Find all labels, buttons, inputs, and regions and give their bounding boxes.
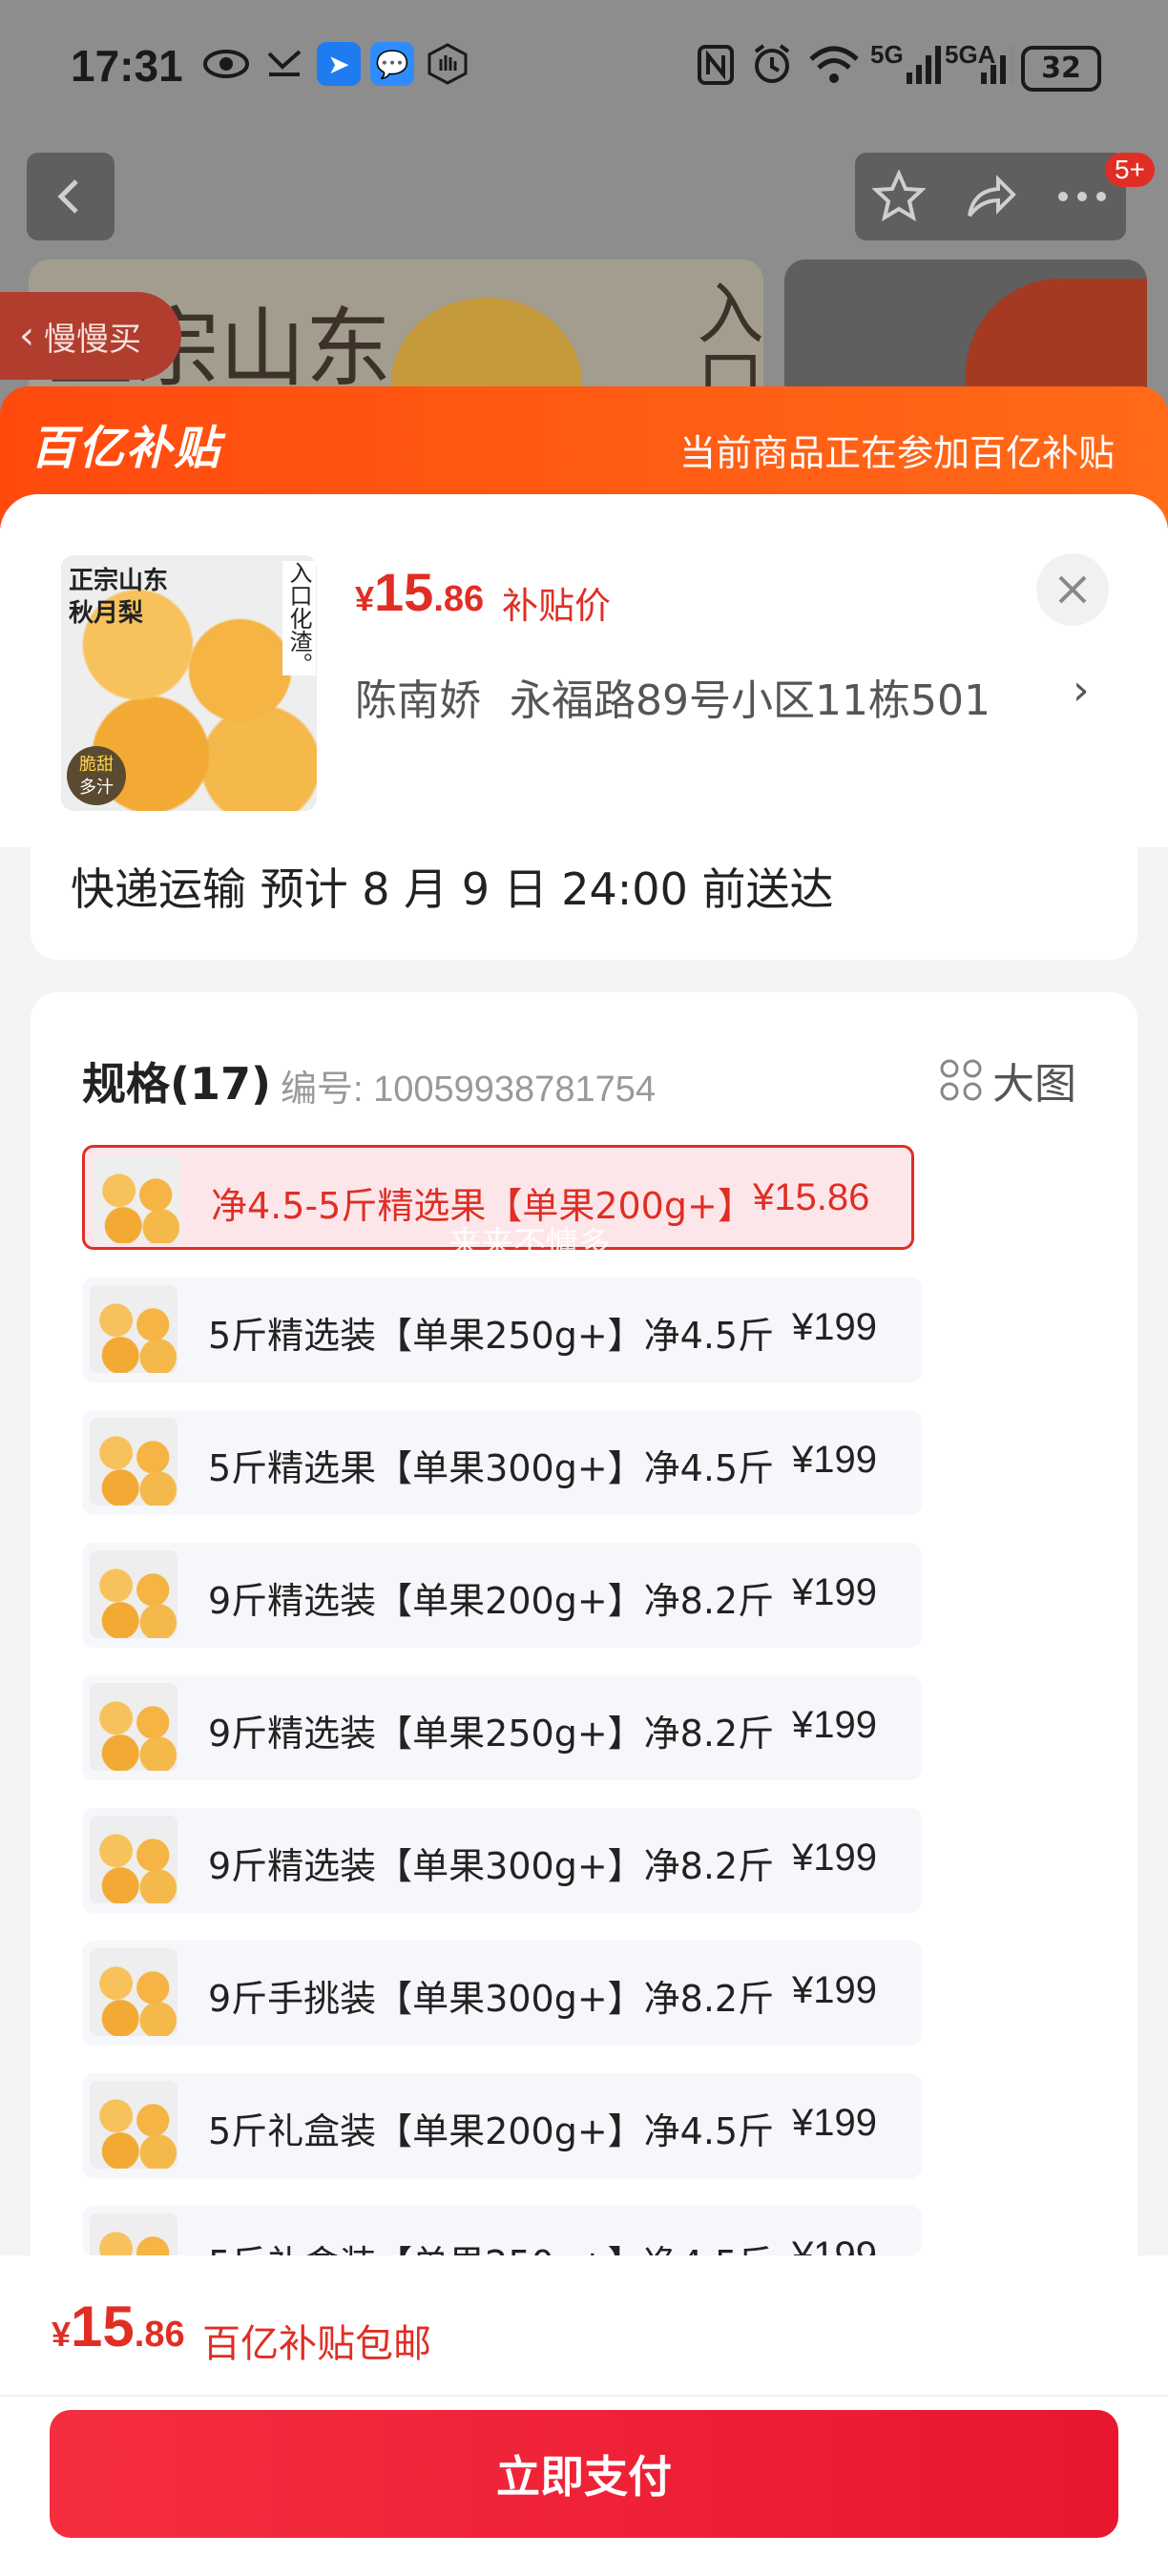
- option-label: 9斤精选装【单果300g+】净8.2斤: [208, 1845, 775, 1887]
- thumb-badge-line2: 多汁: [79, 778, 114, 798]
- option-label: 5斤礼盒装【单果250g+】净4.5斤: [208, 2234, 774, 2255]
- nfc-icon: [697, 44, 735, 86]
- battery-indicator: 32: [1021, 46, 1101, 92]
- spec-option[interactable]: 5斤精选果【单果300g+】净4.5斤 ¥199: [82, 1410, 922, 1515]
- pay-now-button[interactable]: 立即支付: [50, 2410, 1118, 2538]
- thumb-badge: 脆甜 多汁: [67, 746, 126, 805]
- network-label: 5G: [870, 40, 904, 69]
- option-price: ¥199: [792, 1704, 877, 1746]
- option-thumbnail: [90, 1418, 177, 1506]
- notification-badge: 5+: [1105, 153, 1155, 187]
- option-thumbnail: [90, 1285, 177, 1373]
- back-button[interactable]: [27, 153, 115, 240]
- subsidy-message: 当前商品正在参加百亿补贴: [679, 432, 1116, 474]
- option-label: 9斤手挑装【单果300g+】净8.2斤: [208, 1978, 775, 2020]
- product-thumbnail: 正宗山东 秋月梨 入口化渣。 脆甜 多汁: [61, 555, 317, 811]
- spec-code: 编号: 10059938781754: [281, 1070, 656, 1110]
- spec-option[interactable]: 9斤手挑装【单果300g+】净8.2斤 ¥199: [82, 1941, 922, 2046]
- option-label: 9斤精选装【单果200g+】净8.2斤: [208, 1580, 775, 1622]
- spec-option[interactable]: 5斤精选装【单果250g+】净4.5斤 ¥199: [82, 1278, 922, 1382]
- option-price: ¥15.86: [753, 1176, 870, 1218]
- currency-symbol: ¥: [52, 2315, 72, 2354]
- option-price: ¥199: [792, 1439, 877, 1481]
- price-decimal: .86: [433, 579, 485, 619]
- signal-icon: [905, 44, 943, 86]
- price-decimal: .86: [134, 2315, 185, 2355]
- action-group: [855, 153, 1126, 240]
- big-image-toggle[interactable]: 大图: [939, 1049, 1076, 1111]
- price-integer: 15: [374, 562, 434, 622]
- chevron-left-icon: ‹: [19, 314, 34, 358]
- spec-option[interactable]: 5斤礼盒装【单果200g+】净4.5斤 ¥199: [82, 2073, 922, 2178]
- price-integer: 15: [71, 2295, 135, 2358]
- more-icon[interactable]: [1053, 170, 1111, 223]
- delivery-estimate: 快递运输 预计 8 月 9 日 24:00 前送达: [71, 863, 834, 915]
- eye-icon: [202, 42, 250, 86]
- spec-title: 规格(17): [82, 1058, 272, 1110]
- wifi-icon: [805, 42, 863, 86]
- option-price: ¥199: [792, 2102, 877, 2144]
- option-label: 5斤精选果【单果300g+】净4.5斤: [208, 1447, 775, 1489]
- option-thumbnail: [90, 1550, 177, 1638]
- big-image-label: 大图: [992, 1060, 1076, 1109]
- thumb-side-text: 入口化渣。: [282, 561, 316, 675]
- grid-icon: [940, 1059, 982, 1101]
- option-price: ¥199: [792, 1837, 877, 1879]
- status-time: 17:31: [71, 41, 183, 91]
- chevron-right-icon[interactable]: ›: [1073, 666, 1090, 715]
- price-tag-label: 补贴价: [502, 585, 612, 627]
- subsidy-logo: 百亿补贴: [31, 422, 222, 475]
- option-thumbnail: [90, 2081, 177, 2169]
- option-label: 5斤精选装【单果250g+】净4.5斤: [208, 1315, 775, 1357]
- status-bar: 17:31 ➤ 💬 5G 5GA 32: [0, 0, 1168, 134]
- option-price: ¥199: [792, 1306, 877, 1348]
- watermark-text: 来来不慵多: [448, 1225, 611, 1263]
- app-notification-icon: ➤: [317, 42, 361, 86]
- thumb-title-2: 秋月梨: [69, 599, 144, 628]
- option-price: ¥199: [792, 1571, 877, 1613]
- address-line[interactable]: 永福路89号小区11栋501: [510, 666, 991, 727]
- message-notification-icon: 💬: [370, 42, 414, 86]
- option-thumbnail: [93, 1155, 180, 1243]
- share-icon[interactable]: [964, 170, 1017, 223]
- thumb-title: 正宗山东: [69, 567, 169, 595]
- divider: [0, 2395, 1168, 2397]
- shipping-note: 百亿补贴包邮: [202, 2322, 431, 2366]
- close-button[interactable]: [1036, 553, 1109, 626]
- star-icon[interactable]: [872, 170, 926, 223]
- option-price: ¥199: [792, 2234, 877, 2255]
- missed-call-icon: [265, 44, 303, 82]
- alarm-icon: [750, 42, 794, 86]
- address-name[interactable]: 陈南娇: [355, 666, 481, 727]
- option-label: 9斤精选装【单果250g+】净8.2斤: [208, 1713, 775, 1755]
- slow-buy-tag[interactable]: ‹ 慢慢买: [0, 292, 181, 380]
- chevron-left-icon: [57, 179, 78, 214]
- subsidy-price: ¥15.86: [355, 561, 484, 623]
- spec-option[interactable]: 9斤精选装【单果250g+】净8.2斤 ¥199: [82, 1675, 922, 1780]
- signal-icon-2: [979, 44, 1017, 86]
- spec-option[interactable]: 5斤礼盒装【单果250g+】净4.5斤 ¥199: [82, 2206, 922, 2255]
- slow-buy-label: 慢慢买: [44, 320, 141, 359]
- spec-option[interactable]: 9斤精选装【单果200g+】净8.2斤 ¥199: [82, 1543, 922, 1648]
- option-thumbnail: [90, 1816, 177, 1903]
- bottom-price: ¥15.86: [52, 2294, 185, 2359]
- option-thumbnail: [90, 1683, 177, 1771]
- option-label: 5斤礼盒装【单果200g+】净4.5斤: [208, 2110, 775, 2152]
- close-icon: [1058, 575, 1087, 604]
- hand-icon: [426, 42, 469, 86]
- option-price: ¥199: [792, 1969, 877, 2011]
- thumb-badge-line1: 脆甜: [79, 755, 114, 775]
- option-thumbnail: [90, 2213, 177, 2255]
- currency-symbol: ¥: [355, 579, 375, 618]
- spec-option[interactable]: 9斤精选装【单果300g+】净8.2斤 ¥199: [82, 1808, 922, 1913]
- option-thumbnail: [90, 1948, 177, 2036]
